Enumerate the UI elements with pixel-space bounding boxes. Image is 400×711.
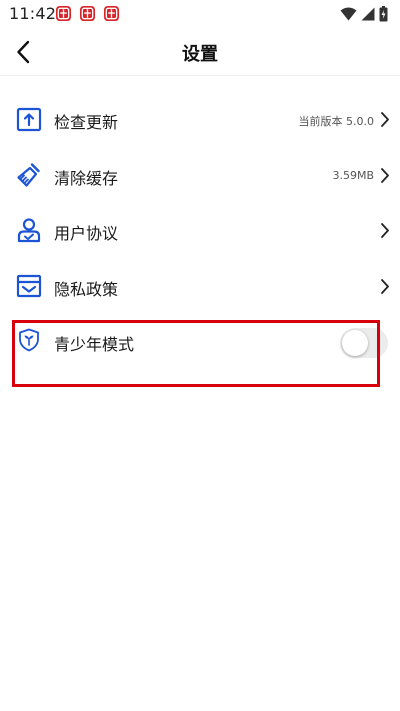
chevron-right-icon [381, 278, 389, 294]
app-notification-icon [103, 5, 120, 22]
chevron-right-icon [381, 223, 389, 238]
page-title: 设置 [182, 44, 218, 65]
version-value: 当前版本 5.0.0 [298, 115, 375, 128]
broom-icon [17, 162, 40, 187]
settings-item-youth-mode: 青少年模式 [0, 314, 400, 370]
settings-item-label: 用户协议 [54, 224, 119, 243]
settings-item-privacy-policy[interactable]: 隐私政策 [0, 259, 400, 315]
settings-list: 检查更新 当前版本 5.0.0 清除缓存 3.59MB 用户协议 隐私政策 青少… [0, 92, 400, 370]
status-bar: 11:42 [0, 0, 400, 28]
status-time: 11:42 [9, 4, 57, 23]
system-status-icons [340, 5, 388, 23]
battery-charging-icon [379, 6, 388, 22]
toggle-knob[interactable] [342, 330, 368, 356]
settings-item-label: 青少年模式 [54, 335, 135, 354]
cache-size-value: 3.59MB [332, 168, 374, 182]
update-icon [16, 107, 42, 132]
youth-mode-toggle[interactable] [340, 328, 388, 358]
settings-item-check-update[interactable]: 检查更新 当前版本 5.0.0 [0, 92, 400, 148]
settings-item-label: 隐私政策 [54, 279, 119, 299]
chevron-right-icon [381, 112, 389, 127]
app-notification-icon [79, 5, 96, 22]
navigation-bar: 设置 [0, 28, 400, 76]
settings-item-label: 清除缓存 [54, 168, 119, 188]
privacy-policy-icon [16, 274, 42, 297]
app-notification-icon [55, 5, 72, 22]
youth-shield-icon [19, 328, 39, 352]
settings-item-user-agreement[interactable]: 用户协议 [0, 203, 400, 259]
chevron-right-icon [381, 167, 389, 183]
cellular-signal-icon [361, 7, 375, 21]
settings-item-label: 检查更新 [54, 113, 119, 132]
settings-item-clear-cache[interactable]: 清除缓存 3.59MB [0, 148, 400, 204]
wifi-icon [340, 7, 357, 21]
user-agreement-icon [17, 218, 41, 243]
